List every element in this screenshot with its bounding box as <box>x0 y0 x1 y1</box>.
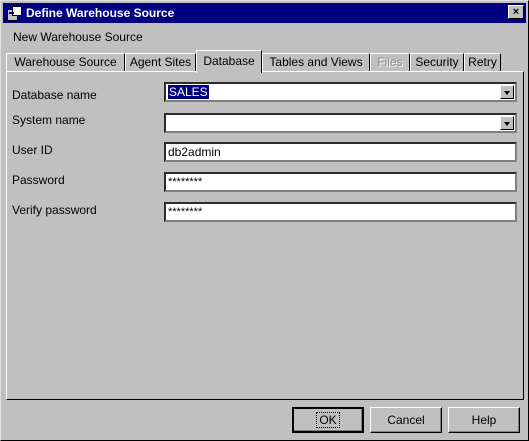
window-title: Define Warehouse Source <box>26 6 175 20</box>
dialog-window: Define Warehouse Source × New Warehouse … <box>0 0 529 441</box>
database-name-label: Database name <box>12 88 97 102</box>
system-name-combo[interactable] <box>164 113 517 133</box>
warehouse-app-icon[interactable] <box>6 5 22 21</box>
tab-agent-sites[interactable]: Agent Sites <box>125 53 196 72</box>
ok-button[interactable]: OK <box>292 407 364 433</box>
tab-retry[interactable]: Retry <box>464 53 501 72</box>
database-name-value: SALES <box>168 85 209 99</box>
user-id-input[interactable]: db2admin <box>164 142 517 162</box>
cancel-button[interactable]: Cancel <box>370 407 442 433</box>
tab-security[interactable]: Security <box>410 53 464 72</box>
password-input[interactable]: ******** <box>164 172 517 192</box>
tab-tables-and-views[interactable]: Tables and Views <box>262 53 370 72</box>
chevron-down-icon[interactable] <box>500 116 514 130</box>
tab-database[interactable]: Database <box>196 50 262 73</box>
chevron-down-icon[interactable] <box>500 85 514 99</box>
verify-password-label: Verify password <box>12 203 97 217</box>
ok-button-label: OK <box>316 412 340 428</box>
title-bar[interactable]: Define Warehouse Source × <box>3 3 526 23</box>
close-icon: × <box>512 6 520 18</box>
tab-files: Files <box>370 53 410 72</box>
verify-password-input[interactable]: ******** <box>164 202 517 222</box>
close-button[interactable]: × <box>508 5 524 19</box>
page-subtitle: New Warehouse Source <box>13 30 143 44</box>
tab-warehouse-source[interactable]: Warehouse Source <box>6 53 125 72</box>
user-id-label: User ID <box>12 143 53 157</box>
system-name-label: System name <box>12 113 86 127</box>
password-label: Password <box>12 173 65 187</box>
database-name-combo[interactable]: SALES <box>164 82 517 102</box>
help-button[interactable]: Help <box>448 407 520 433</box>
